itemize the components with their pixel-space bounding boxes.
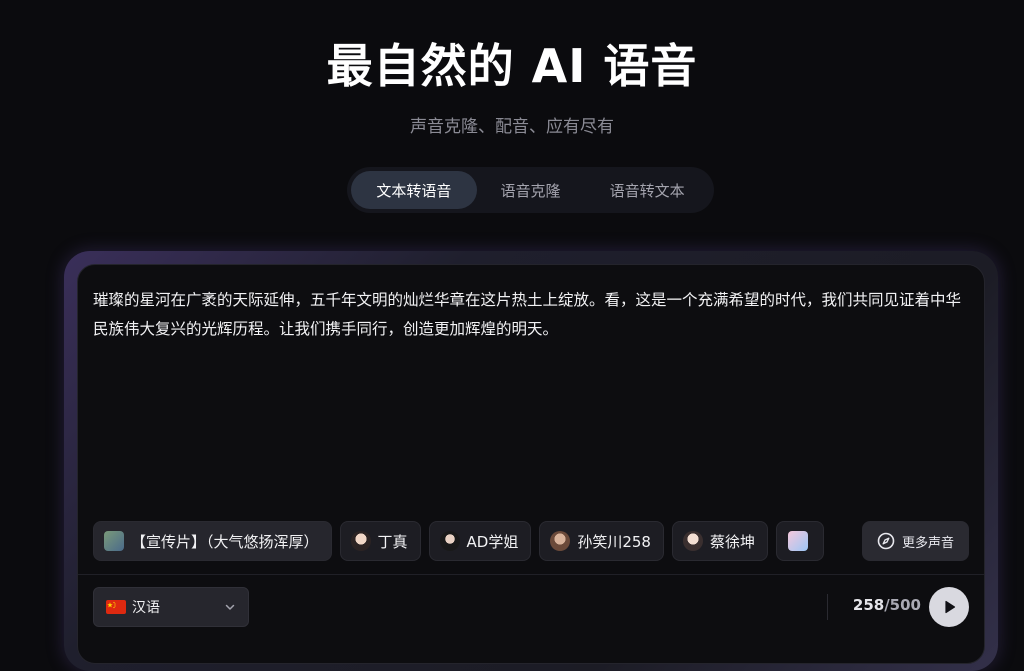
landscape-avatar-icon: [104, 531, 124, 551]
voice-label: 【宣传片】（大气悠扬浑厚）: [131, 532, 319, 551]
voice-chip-partial[interactable]: [776, 521, 824, 561]
language-select[interactable]: 汉语: [93, 587, 249, 627]
compass-icon: [877, 532, 895, 550]
anime-avatar-icon: [788, 531, 808, 551]
person-avatar-icon: [439, 531, 460, 551]
voice-chip-promo[interactable]: 【宣传片】（大气悠扬浑厚）: [93, 521, 332, 561]
page-title: 最自然的 AI 语音: [326, 39, 698, 93]
voice-chip-dingzhen[interactable]: 丁真: [339, 521, 421, 561]
divider: [78, 574, 984, 575]
voice-label: 丁真: [377, 532, 408, 551]
divider: [827, 594, 828, 620]
voice-chip-sunxiaochuan[interactable]: 孙笑川258: [539, 521, 664, 561]
page-subtitle: 声音克隆、配音、应有尽有: [410, 117, 614, 137]
character-count-current: 258: [852, 596, 885, 614]
voice-list: 【宣传片】（大气悠扬浑厚） 丁真 AD学姐 孙笑川258 蔡徐坤: [93, 521, 824, 561]
voice-label: AD学姐: [466, 532, 519, 551]
more-voices-button[interactable]: 更多声音: [862, 521, 969, 561]
text-input[interactable]: 璀璨的星河在广袤的天际延伸，五千年文明的灿烂华章在这片热土上绽放。看，这是一个充…: [93, 286, 969, 344]
chevron-down-icon: [225, 604, 235, 610]
tab-speech-to-text[interactable]: 语音转文本: [584, 171, 710, 209]
play-icon: [945, 600, 956, 614]
person-avatar-icon: [682, 531, 703, 551]
tab-voice-clone[interactable]: 语音克隆: [477, 171, 585, 209]
character-counter: 258/500: [840, 596, 921, 614]
character-count-max: /500: [884, 596, 921, 614]
china-flag-icon: [106, 600, 126, 614]
more-voices-label: 更多声音: [901, 535, 954, 551]
play-button[interactable]: [929, 587, 969, 627]
voice-label: 蔡徐坤: [709, 532, 755, 551]
voice-label: 孙笑川258: [577, 532, 651, 551]
person-avatar-icon: [550, 531, 571, 551]
person-avatar-icon: [350, 531, 371, 551]
language-label: 汉语: [132, 600, 160, 616]
voice-chip-caixukun[interactable]: 蔡徐坤: [671, 521, 768, 561]
mode-tabs: 文本转语音 语音克隆 语音转文本: [347, 167, 714, 213]
voice-chip-ad[interactable]: AD学姐: [428, 521, 532, 561]
tab-text-to-speech[interactable]: 文本转语音: [351, 171, 477, 209]
